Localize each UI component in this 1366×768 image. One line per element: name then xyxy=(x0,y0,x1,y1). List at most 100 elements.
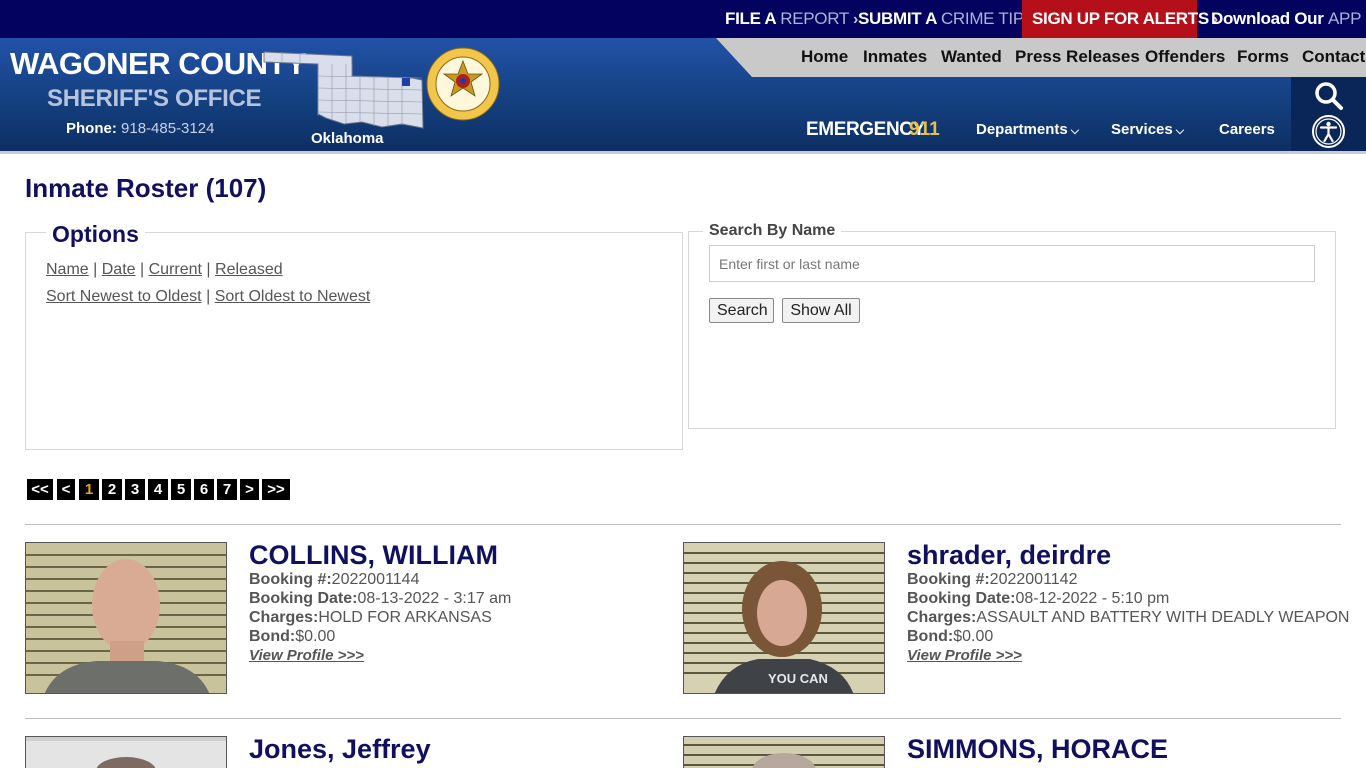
map-caption: Oklahoma xyxy=(311,130,384,147)
departments-label: Departments xyxy=(976,121,1068,138)
separator: | xyxy=(206,261,211,278)
inmate-mugshot[interactable] xyxy=(683,736,885,768)
crime-tip-label: SUBMIT A xyxy=(858,9,937,28)
sort-oldest-link[interactable]: Sort Oldest to Newest xyxy=(215,288,371,305)
inmate-name[interactable]: SIMMONS, HORACE xyxy=(907,734,1168,765)
shirt-text: YOU CAN xyxy=(768,671,828,686)
pagination-next[interactable]: > xyxy=(240,479,259,500)
booking-number-value: 2022001142 xyxy=(989,571,1078,588)
file-report-link[interactable]: FILE A REPORT › xyxy=(725,0,858,38)
download-app-link[interactable]: Download Our APP› xyxy=(1211,0,1366,38)
booking-date: Booking Date:08-12-2022 - 5:10 pm xyxy=(907,590,1169,608)
nav-wanted[interactable]: Wanted xyxy=(941,47,1002,67)
accessibility-icon[interactable] xyxy=(1311,114,1346,149)
pagination-last[interactable]: >> xyxy=(262,479,290,500)
pagination-page-1[interactable]: 1 xyxy=(79,479,99,500)
pagination-page-5[interactable]: 5 xyxy=(171,479,191,500)
filter-name-link[interactable]: Name xyxy=(46,261,89,278)
header-divider xyxy=(0,151,1366,154)
sheriff-badge-logo xyxy=(426,47,500,121)
filter-current-link[interactable]: Current xyxy=(149,261,202,278)
nav-press-releases[interactable]: Press Releases xyxy=(1015,47,1140,67)
nav-home[interactable]: Home xyxy=(801,47,848,67)
booking-number: Booking #:2022001144 xyxy=(249,571,419,589)
alerts-label: SIGN UP FOR xyxy=(1032,9,1139,28)
filter-date-link[interactable]: Date xyxy=(102,261,136,278)
file-report-label: FILE A xyxy=(725,9,776,28)
booking-date-label: Booking Date: xyxy=(249,590,358,607)
alerts-label-strong: ALERTS xyxy=(1142,9,1210,28)
booking-number-value: 2022001144 xyxy=(331,571,420,588)
bond: Bond:$0.00 xyxy=(249,628,335,646)
inmate-mugshot[interactable] xyxy=(25,542,227,694)
charges-value: ASSAULT AND BATTERY WITH DEADLY WEAPON xyxy=(976,609,1350,626)
name-search-input[interactable] xyxy=(709,245,1315,282)
row-divider xyxy=(25,524,1341,525)
search-icon[interactable] xyxy=(1314,81,1344,111)
phone-number[interactable]: 918-485-3124 xyxy=(121,120,214,137)
bond-value: $0.00 xyxy=(295,628,336,645)
separator: | xyxy=(140,261,145,278)
pagination-page-7[interactable]: 7 xyxy=(217,479,237,500)
booking-date: Booking Date:08-13-2022 - 3:17 am xyxy=(249,590,511,608)
app-label: Download Our xyxy=(1211,9,1324,28)
page-title: Inmate Roster (107) xyxy=(25,173,267,203)
search-button[interactable]: Search xyxy=(709,298,774,323)
inmate-mugshot[interactable] xyxy=(25,736,227,768)
inmate-name[interactable]: COLLINS, WILLIAM xyxy=(249,540,498,571)
nav-contact[interactable]: Contact xyxy=(1302,47,1365,67)
submit-crime-tip-link[interactable]: SUBMIT A CRIME TIP› xyxy=(858,0,1033,38)
crime-tip-label-light: CRIME TIP xyxy=(940,9,1024,28)
view-profile-link[interactable]: View Profile >>> xyxy=(249,647,364,664)
emergency-label: EMERGENCY xyxy=(806,119,925,140)
pagination-page-4[interactable]: 4 xyxy=(148,479,168,500)
nav-departments-dropdown[interactable]: Departments ⌵ xyxy=(976,121,1079,138)
pagination-prev[interactable]: < xyxy=(57,479,75,500)
services-label: Services xyxy=(1111,121,1173,138)
charges: Charges:HOLD FOR ARKANSAS xyxy=(249,609,492,627)
inmate-name[interactable]: shrader, deirdre xyxy=(907,540,1111,571)
filter-released-link[interactable]: Released xyxy=(215,261,283,278)
filter-links: Name | Date | Current | Released xyxy=(46,261,283,279)
brand-subtitle[interactable]: SHERIFF'S OFFICE xyxy=(47,85,262,113)
phone-label: Phone: xyxy=(66,120,117,137)
booking-number-label: Booking #: xyxy=(249,571,332,588)
sort-links: Sort Newest to Oldest | Sort Oldest to N… xyxy=(46,288,370,306)
nav-inmates[interactable]: Inmates xyxy=(863,47,927,67)
charges-value: HOLD FOR ARKANSAS xyxy=(318,609,492,626)
pagination-page-6[interactable]: 6 xyxy=(194,479,214,500)
sign-up-alerts-link[interactable]: SIGN UP FOR ALERTS › xyxy=(1022,0,1218,38)
charges-label: Charges: xyxy=(249,609,319,626)
oklahoma-map-icon xyxy=(262,50,426,130)
booking-date-value: 08-12-2022 - 5:10 pm xyxy=(1015,590,1170,607)
chevron-down-icon: ⌵ xyxy=(1175,125,1185,137)
nav-forms[interactable]: Forms xyxy=(1237,47,1289,67)
charges: Charges:ASSAULT AND BATTERY WITH DEADLY … xyxy=(907,609,1349,627)
booking-number: Booking #:2022001142 xyxy=(907,571,1077,589)
pagination-page-3[interactable]: 3 xyxy=(125,479,145,500)
pagination-page-2[interactable]: 2 xyxy=(102,479,122,500)
pagination-first[interactable]: << xyxy=(27,479,53,500)
file-report-label-light: REPORT xyxy=(780,9,849,28)
booking-date-label: Booking Date: xyxy=(907,590,1016,607)
nav-careers[interactable]: Careers xyxy=(1219,121,1275,138)
chevron-down-icon: ⌵ xyxy=(1070,125,1080,137)
options-legend: Options xyxy=(46,221,145,248)
nav-offenders[interactable]: Offenders xyxy=(1145,47,1225,67)
inmate-mugshot[interactable]: YOU CAN xyxy=(683,542,885,694)
view-profile-link[interactable]: View Profile >>> xyxy=(907,647,1022,664)
bond-label: Bond: xyxy=(907,628,954,645)
search-legend: Search By Name xyxy=(703,222,842,240)
emergency-number[interactable]: 911 xyxy=(909,119,940,141)
bond-value: $0.00 xyxy=(953,628,994,645)
show-all-button[interactable]: Show All xyxy=(782,298,860,323)
inmate-name[interactable]: Jones, Jeffrey xyxy=(249,734,431,765)
charges-label: Charges: xyxy=(907,609,977,626)
nav-services-dropdown[interactable]: Services ⌵ xyxy=(1111,121,1184,138)
separator: | xyxy=(93,261,98,278)
row-divider xyxy=(25,718,1341,719)
booking-number-label: Booking #: xyxy=(907,571,990,588)
booking-date-value: 08-13-2022 - 3:17 am xyxy=(357,590,512,607)
app-label-light: APP xyxy=(1328,9,1362,28)
sort-newest-link[interactable]: Sort Newest to Oldest xyxy=(46,288,202,305)
